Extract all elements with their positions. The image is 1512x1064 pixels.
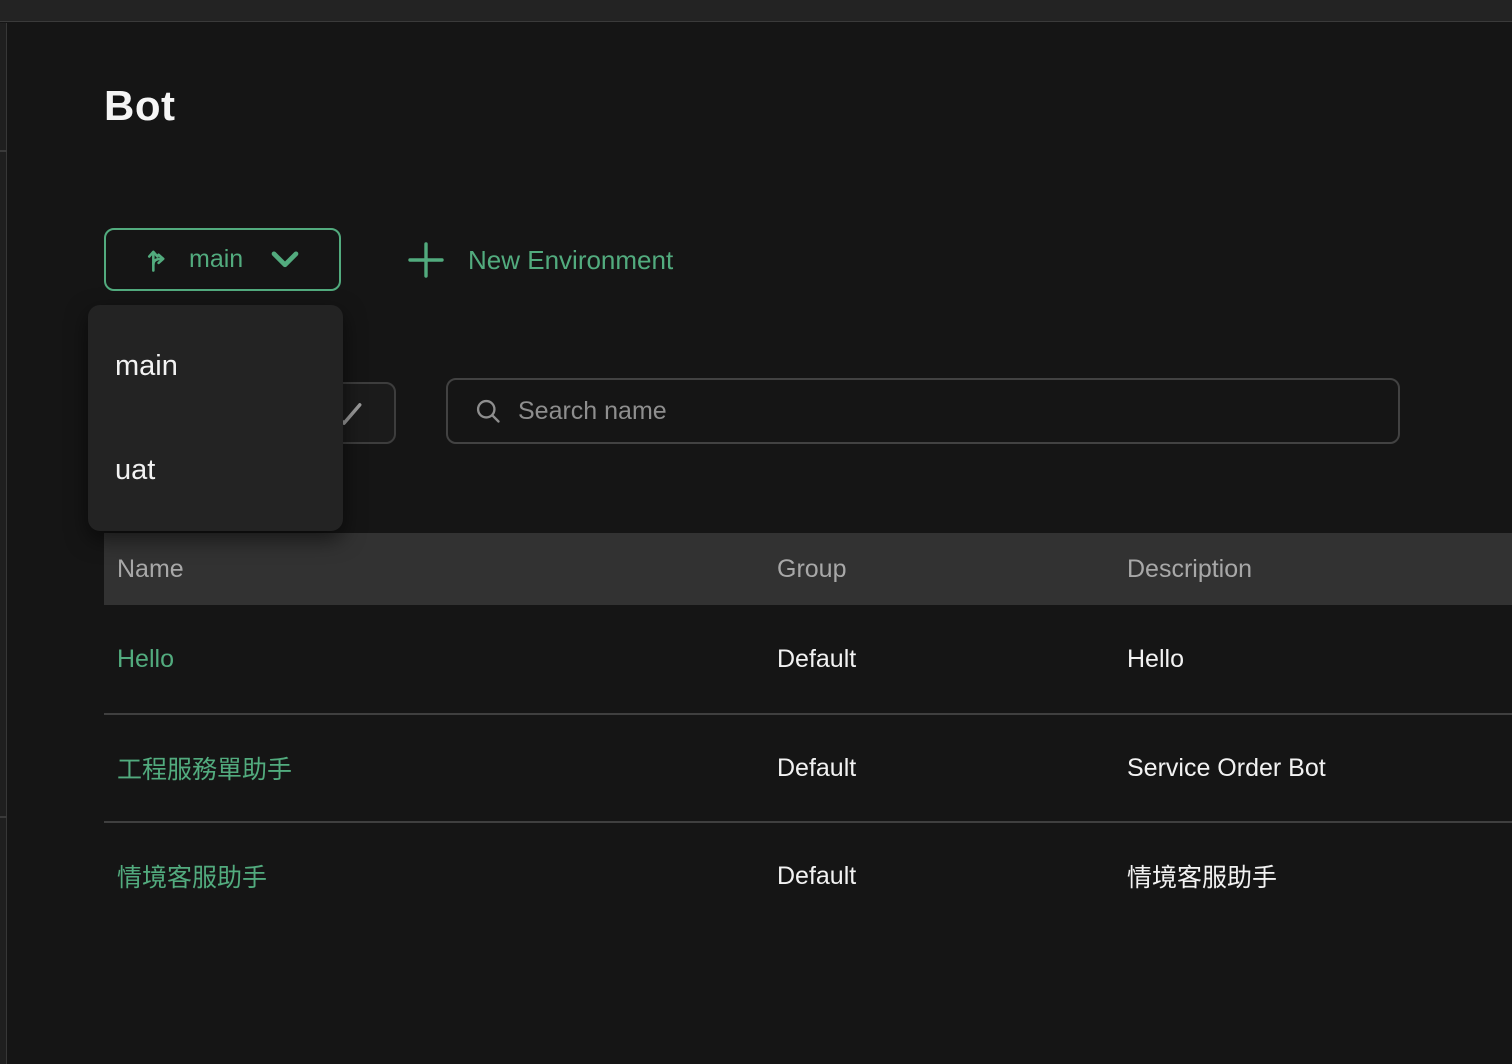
branch-selector-value: main (189, 245, 243, 274)
plus-icon (408, 242, 444, 278)
branch-dropdown-menu: main uat (88, 305, 343, 531)
search-box (446, 378, 1400, 444)
column-header-group: Group (777, 533, 1107, 605)
top-bar (0, 0, 1512, 22)
bot-group: Default (777, 715, 1107, 821)
rail-divider (0, 816, 7, 818)
table-header-row: Name Group Description (104, 533, 1512, 605)
search-input[interactable] (518, 397, 1380, 426)
bot-group: Default (777, 605, 1107, 713)
bot-description: Hello (1127, 605, 1507, 713)
new-environment-button[interactable]: New Environment (408, 229, 673, 291)
bot-name-link[interactable]: 情境客服助手 (117, 858, 267, 894)
page-title: Bot (104, 82, 175, 130)
table-row: 工程服務單助手 Default Service Order Bot (104, 713, 1512, 821)
git-branch-icon (144, 245, 172, 275)
table-row: Hello Default Hello (104, 605, 1512, 713)
branch-option-uat[interactable]: uat (88, 434, 343, 506)
bot-table: Name Group Description Hello Default Hel… (104, 533, 1512, 929)
rail-divider (0, 150, 7, 152)
column-header-description: Description (1127, 533, 1507, 605)
bot-description: 情境客服助手 (1127, 823, 1507, 929)
search-icon (474, 397, 502, 425)
bot-group: Default (777, 823, 1107, 929)
table-row: 情境客服助手 Default 情境客服助手 (104, 821, 1512, 929)
branch-selector-button[interactable]: main (104, 228, 341, 291)
bot-name-link[interactable]: Hello (117, 645, 174, 674)
bot-description: Service Order Bot (1127, 715, 1507, 821)
collapsed-sidebar-rail[interactable] (0, 23, 7, 1064)
bot-name-link[interactable]: 工程服務單助手 (117, 750, 292, 786)
chevron-down-icon (268, 249, 302, 271)
new-environment-label: New Environment (468, 245, 673, 276)
column-header-name: Name (117, 533, 757, 605)
branch-option-main[interactable]: main (88, 330, 343, 402)
